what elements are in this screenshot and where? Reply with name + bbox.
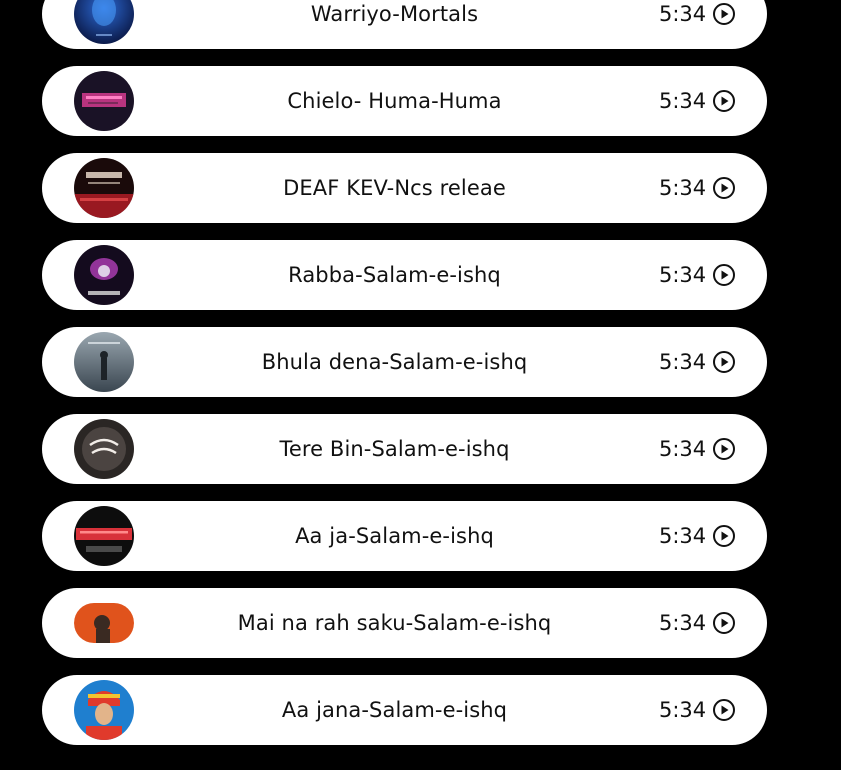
song-duration: 5:34 — [659, 263, 707, 287]
song-duration: 5:34 — [659, 524, 707, 548]
song-item-8[interactable]: Mai na rah saku-Salam-e-ishq 5:34 — [42, 588, 767, 658]
song-title: DEAF KEV-Ncs releae — [283, 176, 506, 200]
album-cover — [74, 0, 134, 44]
song-item-4[interactable]: Rabba-Salam-e-ishq 5:34 — [42, 240, 767, 310]
song-item-2[interactable]: Chielo- Huma-Huma 5:34 — [42, 66, 767, 136]
song-item-7[interactable]: Aa ja-Salam-e-ishq 5:34 — [42, 501, 767, 571]
song-duration: 5:34 — [659, 89, 707, 113]
song-item-5[interactable]: Bhula dena-Salam-e-ishq 5:34 — [42, 327, 767, 397]
play-circle-icon[interactable] — [712, 437, 736, 461]
play-circle-icon[interactable] — [712, 611, 736, 635]
album-cover — [74, 332, 134, 392]
song-item-6[interactable]: Tere Bin-Salam-e-ishq 5:34 — [42, 414, 767, 484]
song-title: Aa jana-Salam-e-ishq — [281, 698, 508, 722]
song-title: Chielo- Huma-Huma — [287, 89, 502, 113]
song-title: Aa ja-Salam-e-ishq — [295, 524, 494, 548]
album-cover — [74, 680, 134, 740]
play-circle-icon[interactable] — [712, 2, 736, 26]
album-cover — [74, 506, 134, 566]
song-duration: 5:34 — [659, 698, 707, 722]
song-title: Warriyo-Mortals — [310, 2, 479, 26]
album-cover — [74, 158, 134, 218]
album-cover — [74, 71, 134, 131]
play-circle-icon[interactable] — [712, 89, 736, 113]
album-cover — [74, 245, 134, 305]
song-duration: 5:34 — [659, 437, 707, 461]
song-duration: 5:34 — [659, 350, 707, 374]
song-title: Rabba-Salam-e-ishq — [288, 263, 501, 287]
album-cover — [74, 593, 134, 653]
play-circle-icon[interactable] — [712, 350, 736, 374]
album-cover — [74, 419, 134, 479]
play-circle-icon[interactable] — [712, 698, 736, 722]
song-duration: 5:34 — [659, 611, 707, 635]
song-duration: 5:34 — [659, 176, 707, 200]
play-circle-icon[interactable] — [712, 176, 736, 200]
play-circle-icon[interactable] — [712, 263, 736, 287]
song-item-3[interactable]: DEAF KEV-Ncs releae 5:34 — [42, 153, 767, 223]
song-title: Mai na rah saku-Salam-e-ishq — [237, 611, 552, 635]
song-item-9[interactable]: Aa jana-Salam-e-ishq 5:34 — [42, 675, 767, 745]
song-item-1[interactable]: Warriyo-Mortals 5:34 — [42, 0, 767, 49]
song-title: Bhula dena-Salam-e-ishq — [261, 350, 528, 374]
song-duration: 5:34 — [659, 2, 707, 26]
song-list: Warriyo-Mortals 5:34 Chielo- Huma-Huma 5… — [42, 0, 767, 762]
play-circle-icon[interactable] — [712, 524, 736, 548]
song-title: Tere Bin-Salam-e-ishq — [279, 437, 510, 461]
